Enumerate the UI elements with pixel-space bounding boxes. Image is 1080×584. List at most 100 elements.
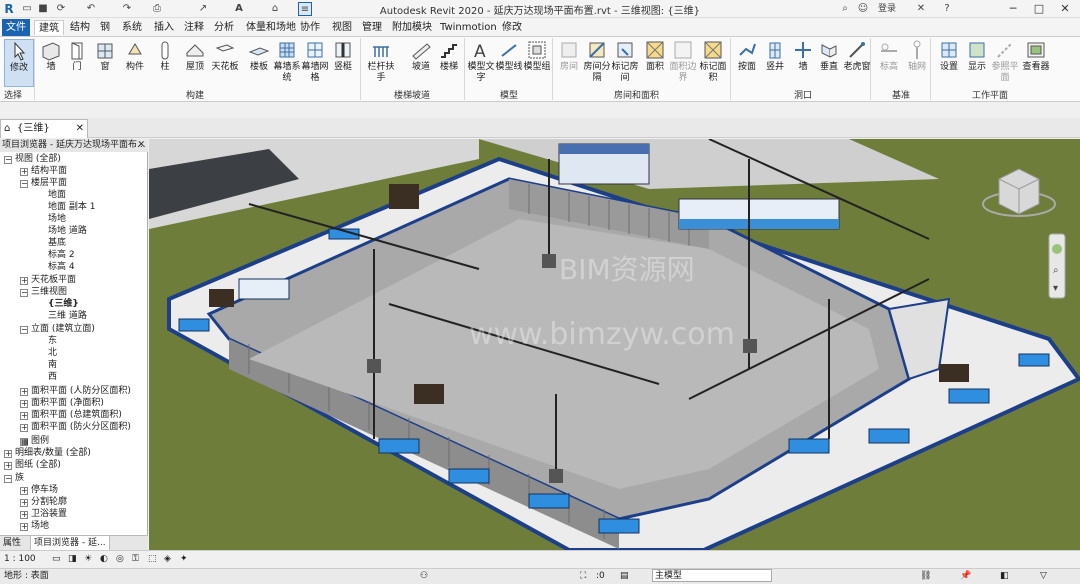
expand-icon[interactable]: + <box>20 523 28 531</box>
tree-node[interactable]: + 卫浴装置 <box>20 509 67 520</box>
tab-modify[interactable]: 修改 <box>498 20 526 35</box>
crop-view-icon[interactable]: ⬚ <box>148 551 157 568</box>
visual-style-icon[interactable]: ◨ <box>68 551 77 568</box>
user-icon[interactable]: ☺ <box>856 2 870 16</box>
tree-node[interactable]: − 族 <box>4 473 24 484</box>
detail-level-icon[interactable]: ▭ <box>52 551 61 568</box>
roof-button[interactable]: 屋顶 <box>180 39 210 87</box>
tree-node[interactable]: 标高 4 <box>48 262 75 273</box>
tree-node[interactable]: 场地 <box>48 214 66 225</box>
tree-node[interactable]: 东 <box>48 336 57 347</box>
tag-room-button[interactable]: 标记房间 <box>610 39 640 87</box>
tab-architecture[interactable]: 建筑 <box>34 20 64 35</box>
expand-icon[interactable]: + <box>4 462 12 470</box>
expand-icon[interactable]: + <box>20 388 28 396</box>
stair-button[interactable]: 楼梯 <box>434 39 464 87</box>
tree-node[interactable]: + 面积平面 (总建筑面积) <box>20 410 122 421</box>
component-button[interactable]: 构件 <box>120 39 150 87</box>
worksets-icon[interactable]: ⚇ <box>420 569 428 584</box>
by-face-button[interactable]: 按面 <box>732 39 762 87</box>
tree-node[interactable]: 基底 <box>48 238 66 249</box>
model-selector[interactable]: 主模型 <box>652 569 772 582</box>
level-button[interactable]: 标高 <box>874 39 904 87</box>
railing-button[interactable]: 栏杆扶手 <box>366 39 396 87</box>
close-view-icon[interactable]: ✕ <box>76 120 84 137</box>
area-button[interactable]: 面积 <box>640 39 670 87</box>
navigation-bar[interactable]: ⌕ ▾ <box>1048 233 1066 299</box>
shaft-button[interactable]: 竖井 <box>760 39 790 87</box>
expand-icon[interactable]: + <box>20 511 28 519</box>
tab-file[interactable]: 文件 <box>2 19 30 36</box>
3d-viewport[interactable]: BIM资源网 www.bimzyw.com ⌕ ▾ <box>149 139 1080 550</box>
tree-node[interactable]: − 视图 (全部) <box>4 154 61 165</box>
close-button[interactable]: ✕ <box>1052 0 1078 18</box>
tree-node[interactable]: 西 <box>48 372 57 383</box>
tab-collaborate[interactable]: 协作 <box>296 20 324 35</box>
ref-plane-button[interactable]: 参照平面 <box>990 39 1020 87</box>
area-boundary-button[interactable]: 面积边界 <box>668 39 698 87</box>
tree-node[interactable]: + 面积平面 (人防分区面积) <box>20 386 131 397</box>
expand-icon[interactable]: + <box>20 400 28 408</box>
help-button[interactable]: ? <box>940 2 954 16</box>
tab-systems[interactable]: 系统 <box>118 20 146 35</box>
tree-node-active[interactable]: {三维} <box>48 299 79 310</box>
tab-project-browser[interactable]: 项目浏览器 - 延... <box>30 536 110 551</box>
room-button[interactable]: 房间 <box>554 39 584 87</box>
maximize-button[interactable]: □ <box>1026 0 1052 18</box>
door-button[interactable]: 门 <box>62 39 92 87</box>
sun-path-icon[interactable]: ☀ <box>84 551 92 568</box>
expand-icon[interactable]: + <box>20 277 28 285</box>
tree-node[interactable]: + 天花板平面 <box>20 275 76 286</box>
expand-icon[interactable]: + <box>20 487 28 495</box>
tree-node[interactable]: + 明细表/数量 (全部) <box>4 448 91 459</box>
tab-view[interactable]: 视图 <box>328 20 356 35</box>
collapse-icon[interactable]: − <box>20 289 28 297</box>
view-scale[interactable]: 1 : 100 <box>4 551 36 568</box>
ramp-button[interactable]: 坡道 <box>406 39 436 87</box>
mullion-button[interactable]: 竖梃 <box>328 39 358 87</box>
show-work-plane-button[interactable]: 显示 <box>962 39 992 87</box>
tree-node[interactable]: − 立面 (建筑立面) <box>20 324 95 335</box>
group-select-label[interactable]: 选择 <box>4 88 22 101</box>
login-button[interactable]: 登录 <box>872 2 902 16</box>
curtain-system-button[interactable]: 幕墙系统 <box>272 39 302 87</box>
expand-icon[interactable]: + <box>20 168 28 176</box>
expand-icon[interactable]: + <box>20 412 28 420</box>
expand-icon[interactable]: + <box>20 424 28 432</box>
pinned-select-icon[interactable]: 📌 <box>960 569 971 584</box>
minimize-button[interactable]: ─ <box>1000 0 1026 18</box>
reveal-hidden-icon[interactable]: ✦ <box>180 551 188 568</box>
tree-node[interactable]: 场地 道路 <box>48 226 87 237</box>
tree-node[interactable]: + 图纸 (全部) <box>4 460 61 471</box>
hide-isolate-icon[interactable]: ◈ <box>164 551 171 568</box>
tab-structure[interactable]: 结构 <box>66 20 94 35</box>
room-separator-button[interactable]: 房间分隔 <box>582 39 612 87</box>
viewer-button[interactable]: 查看器 <box>1018 39 1054 87</box>
search-icon[interactable]: ⌕ <box>838 2 852 16</box>
collapse-icon[interactable]: − <box>4 156 12 164</box>
model-text-button[interactable]: A 模型文字 <box>466 39 496 87</box>
tree-node[interactable]: − 楼层平面 <box>20 178 67 189</box>
set-work-plane-button[interactable]: 设置 <box>934 39 964 87</box>
grid-button[interactable]: 轴网 <box>902 39 932 87</box>
tab-analyze[interactable]: 分析 <box>210 20 238 35</box>
face-select-icon[interactable]: ◧ <box>1000 569 1009 584</box>
link-select-icon[interactable]: ⛓ <box>920 569 931 584</box>
model-group-button[interactable]: 模型组 <box>522 39 552 87</box>
curtain-grid-button[interactable]: 幕墙网格 <box>300 39 330 87</box>
vertical-opening-button[interactable]: 垂直 <box>814 39 844 87</box>
render-icon[interactable]: ◎ <box>116 551 124 568</box>
close-icon[interactable]: ✕ <box>137 139 145 152</box>
tab-annotate[interactable]: 注释 <box>180 20 208 35</box>
tree-node[interactable]: 三维 道路 <box>48 311 87 322</box>
expand-icon[interactable]: + <box>4 450 12 458</box>
model-line-button[interactable]: 模型线 <box>494 39 524 87</box>
tree-node[interactable]: 南 <box>48 360 57 371</box>
window-button[interactable]: 窗 <box>90 39 120 87</box>
tab-insert[interactable]: 插入 <box>150 20 178 35</box>
selection-filter-icon[interactable]: ⛶ <box>580 569 586 584</box>
tree-node[interactable]: + 面积平面 (净面积) <box>20 398 104 409</box>
tree-node[interactable]: ▦ 图例 <box>20 436 49 447</box>
modify-button[interactable]: 修改 <box>4 39 34 87</box>
collapse-icon[interactable]: − <box>4 475 12 483</box>
